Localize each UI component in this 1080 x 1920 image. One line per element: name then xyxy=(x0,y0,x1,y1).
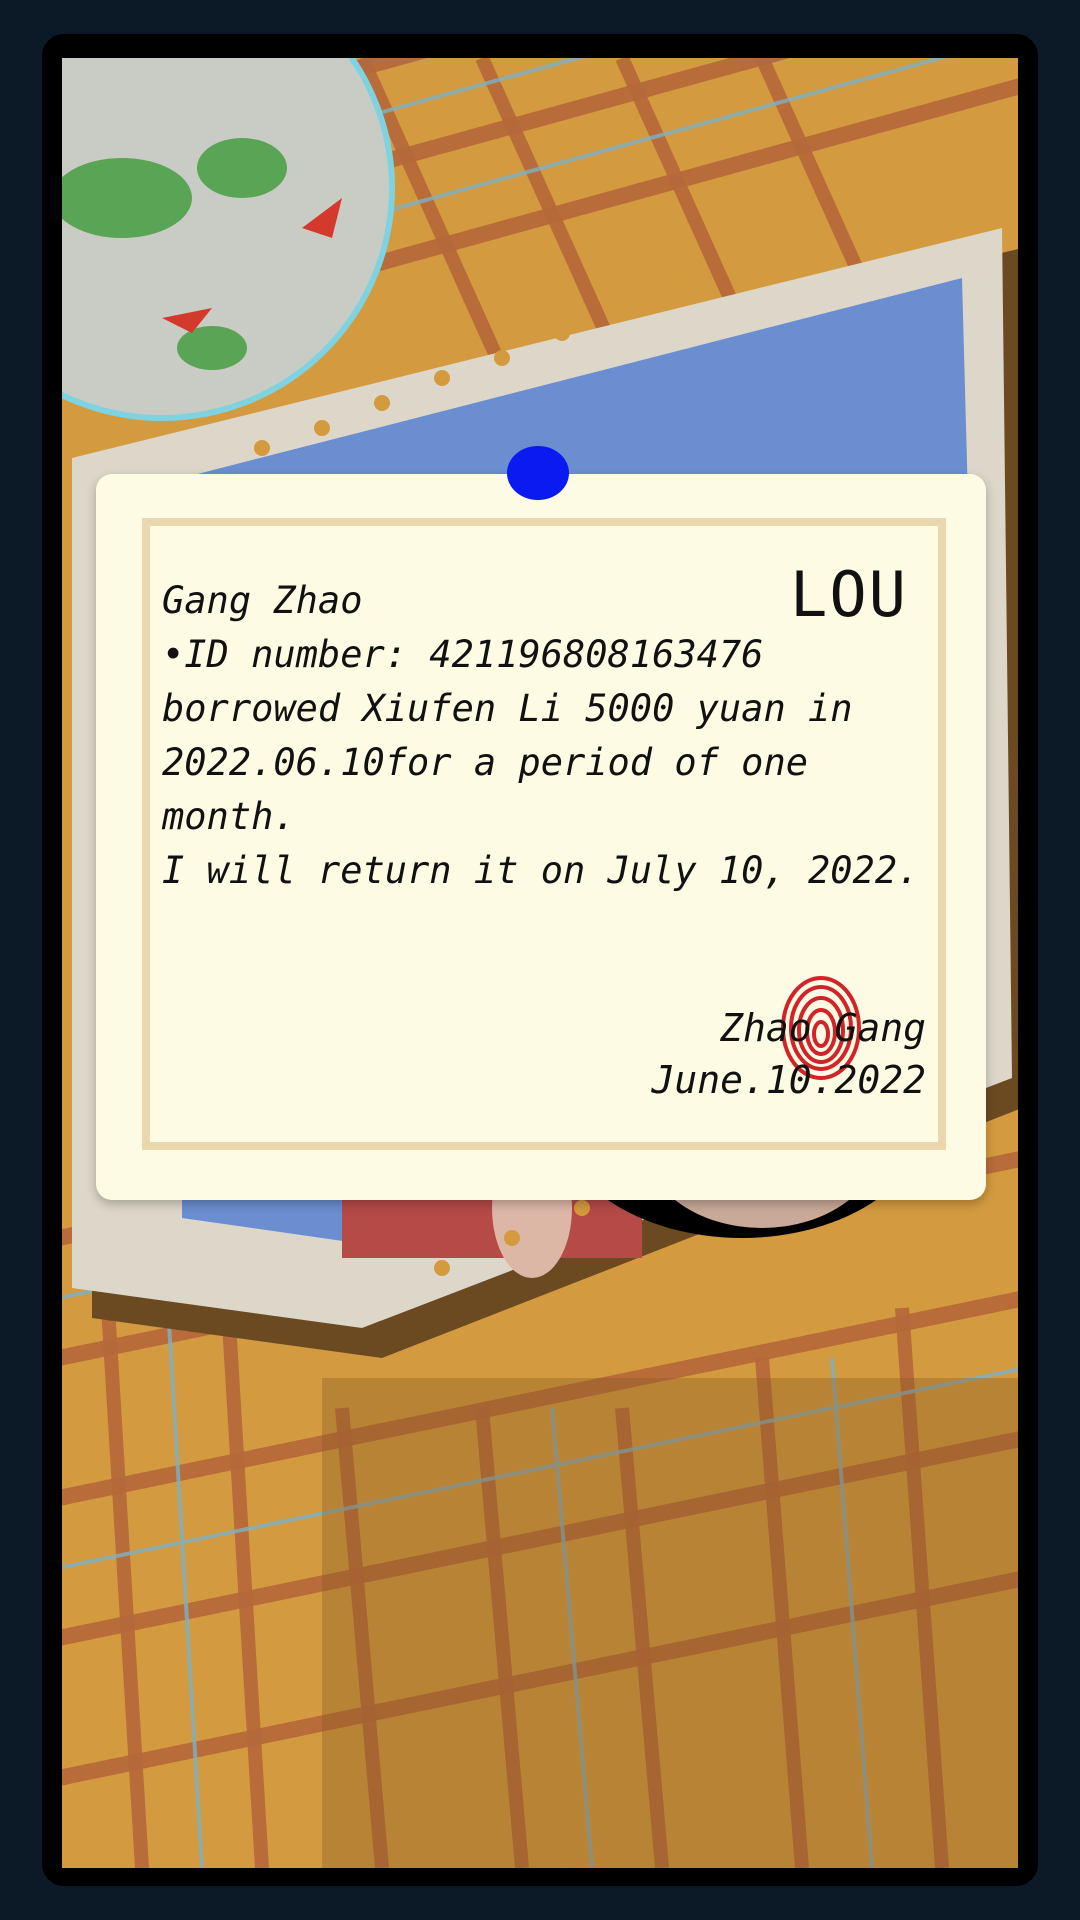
iou-note[interactable]: LOU Gang Zhao •ID number: 42119680816347… xyxy=(96,446,986,1200)
push-pin-icon xyxy=(507,446,569,500)
signature-name: Zhao Gang xyxy=(720,1006,926,1050)
signature-date: June.10.2022 xyxy=(651,1058,926,1102)
note-line: 2022.06.10for a period of one xyxy=(162,741,809,784)
note-line: •ID number: 421196808163476 xyxy=(162,633,764,676)
note-line: borrowed Xiufen Li 5000 yuan in xyxy=(162,687,853,730)
note-line: I will return it on July 10, 2022. xyxy=(162,849,920,892)
signature-block: Zhao Gang June.10.2022 xyxy=(651,1002,926,1106)
note-line: month. xyxy=(162,795,296,838)
note-line: Gang Zhao xyxy=(162,579,363,622)
note-body: Gang Zhao •ID number: 421196808163476 bo… xyxy=(162,574,942,898)
note-border: LOU Gang Zhao •ID number: 42119680816347… xyxy=(142,518,946,1150)
